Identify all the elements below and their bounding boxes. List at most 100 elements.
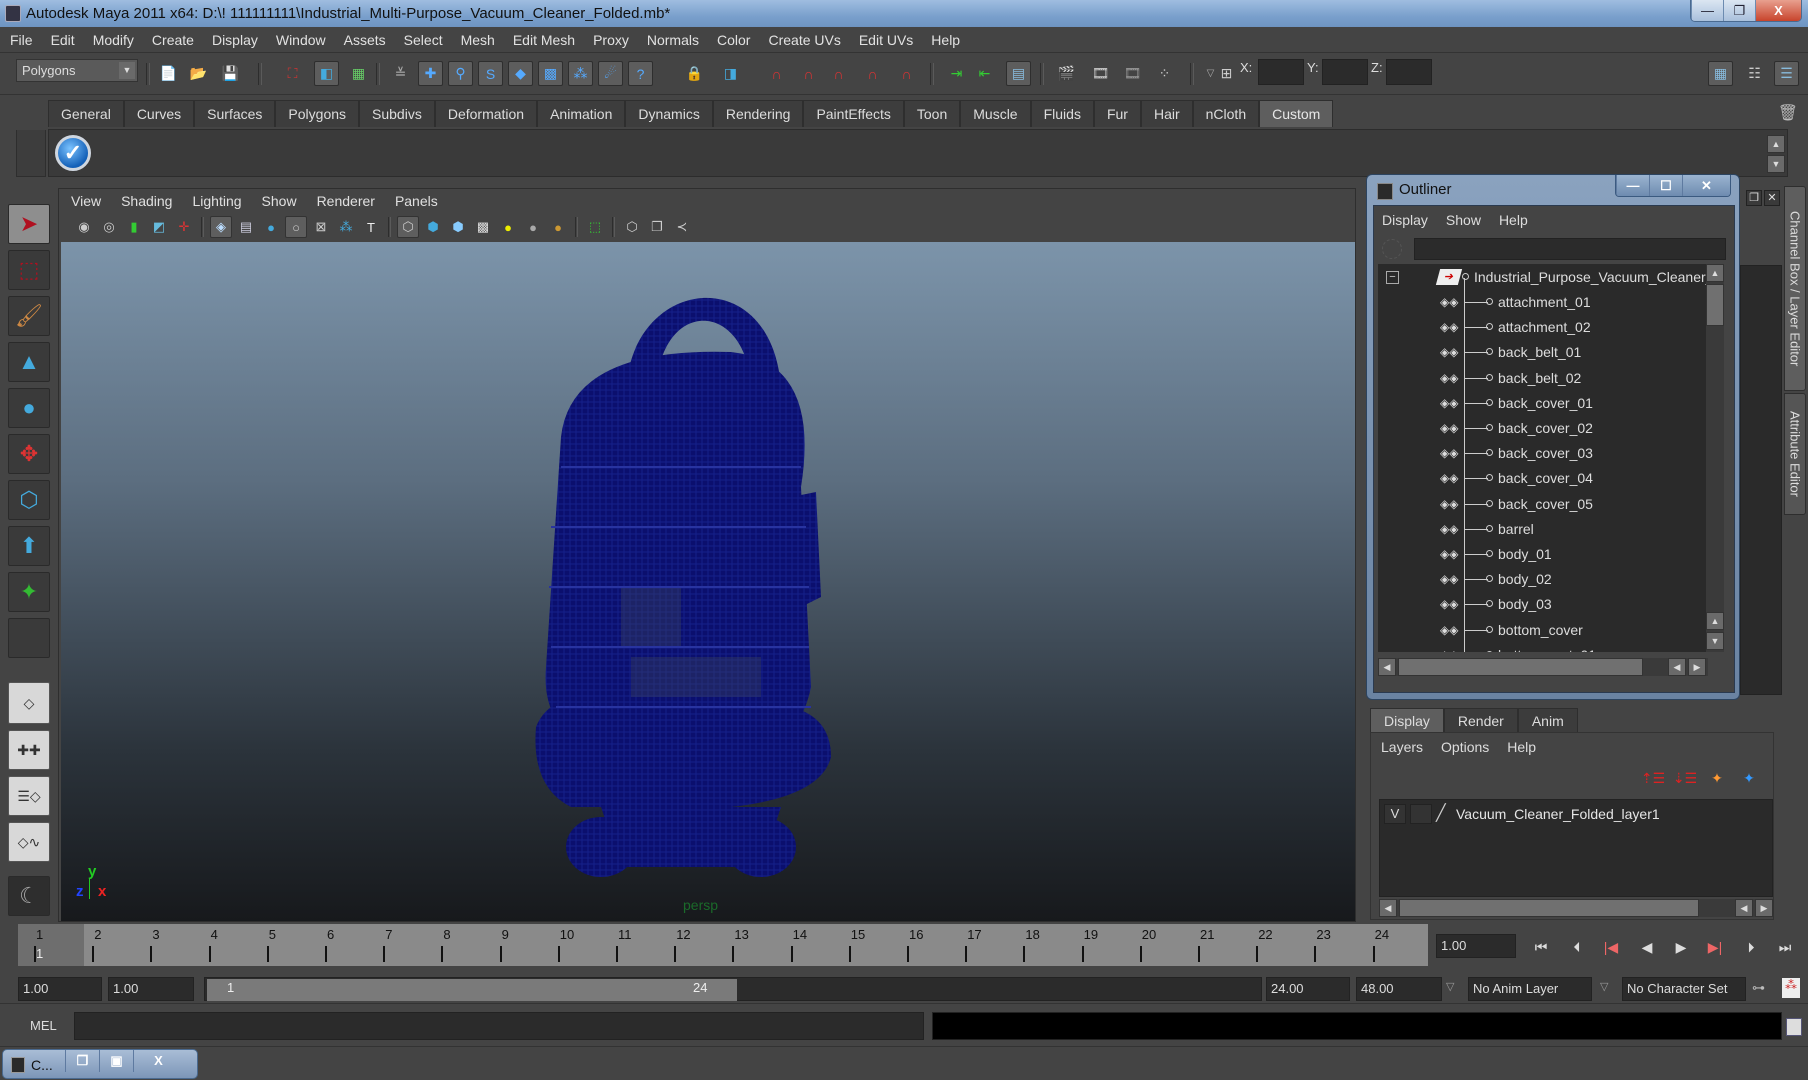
render-current-frame-icon[interactable]: 🎬	[1054, 61, 1079, 86]
outliner-menu-display[interactable]: Display	[1382, 212, 1428, 228]
smooth-shade-icon[interactable]: ⬢	[422, 216, 444, 238]
scroll-left-icon[interactable]: ◀	[1668, 658, 1686, 676]
layer-tab-display[interactable]: Display	[1370, 708, 1444, 732]
select-misc-icon[interactable]: ?	[628, 61, 653, 86]
lock-icon[interactable]: 🔒	[682, 61, 707, 86]
scroll-thumb[interactable]	[1706, 284, 1724, 326]
outliner-item[interactable]: ◈◈ back_belt_02	[1378, 366, 1708, 391]
playback-start-time-field[interactable]: 1.00	[108, 977, 194, 1001]
lasso-tool-icon[interactable]: ⬚	[8, 250, 50, 290]
create-layer-from-selected-icon[interactable]: ✦	[1737, 768, 1761, 788]
go-to-end-button[interactable]: ⏭	[1774, 936, 1796, 958]
outliner-item[interactable]: ◈◈ back_cover_02	[1378, 416, 1708, 441]
single-perspective-layout-icon[interactable]: ◇	[8, 682, 50, 724]
make-live-icon[interactable]: ∩	[894, 61, 919, 86]
menu-create[interactable]: Create	[152, 32, 194, 48]
shelf-tab-rendering[interactable]: Rendering	[712, 100, 804, 127]
filter-icon[interactable]	[1382, 239, 1402, 259]
restore-button[interactable]: ❐	[65, 1050, 99, 1072]
layer-menu-help[interactable]: Help	[1507, 739, 1536, 755]
layer-row[interactable]: V ╱ Vacuum_Cleaner_Folded_layer1	[1384, 803, 1660, 825]
current-frame-marker[interactable]	[18, 924, 84, 966]
current-time-field[interactable]: 1.00	[1436, 934, 1516, 958]
channel-box-toggle-icon[interactable]: ☰	[1774, 61, 1799, 86]
outliner-item[interactable]: ◈◈ back_cover_05	[1378, 492, 1708, 517]
restore-button[interactable]: ❐	[1723, 0, 1755, 21]
select-by-hierarchy-icon[interactable]: ⛶	[280, 61, 305, 86]
safe-action-icon[interactable]: ⁂	[335, 216, 357, 238]
gate-mask-icon[interactable]: ○	[285, 216, 307, 238]
scroll-right-icon[interactable]: ▶	[1755, 899, 1773, 917]
close-button[interactable]: X	[133, 1050, 183, 1072]
y-field[interactable]	[1322, 59, 1368, 85]
select-by-component-icon[interactable]: ▦	[346, 61, 371, 86]
camera-attributes-icon[interactable]: ◎	[98, 216, 120, 238]
textured-icon[interactable]: ▩	[472, 216, 494, 238]
snap-to-grids-icon[interactable]: ∩	[764, 61, 789, 86]
tab-attribute-editor[interactable]: Attribute Editor	[1784, 393, 1806, 515]
menu-modify[interactable]: Modify	[93, 32, 134, 48]
shelf-tab-custom[interactable]: Custom	[1259, 100, 1334, 127]
move-layer-down-icon[interactable]: ⇣☰	[1673, 768, 1697, 788]
scroll-up-icon[interactable]: ▲	[1706, 612, 1724, 630]
menu-window[interactable]: Window	[276, 32, 326, 48]
shelf-tab-toon[interactable]: Toon	[903, 100, 961, 127]
select-by-object-icon[interactable]: ◧	[314, 61, 339, 86]
shelf-tab-surfaces[interactable]: Surfaces	[194, 100, 276, 127]
shelf-tab-deformation[interactable]: Deformation	[434, 100, 538, 127]
character-set-dropdown-icon[interactable]: ▽	[1600, 980, 1608, 993]
shelf-tab-polygons[interactable]: Polygons	[275, 100, 360, 127]
panel-menu-view[interactable]: View	[71, 193, 101, 209]
play-backwards-button[interactable]: ◀	[1636, 936, 1658, 958]
layer-horizontal-scrollbar[interactable]: ◀ ◀ ▶	[1379, 899, 1773, 917]
step-back-key-button[interactable]: |◀	[1600, 936, 1622, 958]
shelf-scroll-down[interactable]: ▼	[1767, 155, 1785, 173]
select-joints-icon[interactable]: ⚲	[448, 61, 473, 86]
panel-menu-show[interactable]: Show	[262, 193, 297, 209]
attribute-editor-toggle-icon[interactable]: ▦	[1708, 61, 1733, 86]
outliner-item[interactable]: ◈◈ back_cover_03	[1378, 441, 1708, 466]
step-forward-frame-button[interactable]: ⏵	[1740, 936, 1762, 958]
select-camera-icon[interactable]: ◉	[73, 216, 95, 238]
2d-pan-zoom-icon[interactable]: ✛	[173, 216, 195, 238]
menu-mesh[interactable]: Mesh	[461, 32, 495, 48]
shelf-tab-subdivs[interactable]: Subdivs	[359, 100, 435, 127]
outliner-persp-layout-icon[interactable]: ☰◇	[8, 776, 50, 816]
select-dynamics-icon[interactable]: ⁂	[568, 61, 593, 86]
layer-tab-render[interactable]: Render	[1443, 708, 1518, 732]
last-tool-used-slot[interactable]	[8, 618, 50, 658]
film-gate-icon[interactable]: ▤	[235, 216, 257, 238]
xray-joints-icon[interactable]: ❐	[646, 216, 668, 238]
scroll-thumb[interactable]	[1398, 658, 1643, 676]
maximize-button[interactable]: ▣	[99, 1050, 133, 1072]
outliner-menu-help[interactable]: Help	[1499, 212, 1528, 228]
hypershade-icon[interactable]: ⁘	[1152, 61, 1177, 86]
playback-end-time-field[interactable]: 24.00	[1266, 977, 1350, 1001]
use-all-lights-icon[interactable]: ●	[497, 216, 519, 238]
mel-input[interactable]	[74, 1012, 924, 1040]
outliner-maximize-button[interactable]: ☐	[1649, 175, 1682, 196]
select-rendering-icon[interactable]: ☄	[598, 61, 623, 86]
persp-graph-layout-icon[interactable]: ◇∿	[8, 822, 50, 862]
input-operations-icon[interactable]: ⇥	[944, 61, 969, 86]
panel-menu-renderer[interactable]: Renderer	[317, 193, 375, 209]
menu-edit[interactable]: Edit	[51, 32, 75, 48]
wireframe-icon[interactable]: ⬡	[397, 216, 419, 238]
render-settings-icon[interactable]: 🎞	[1120, 61, 1145, 86]
menu-edit-uvs[interactable]: Edit UVs	[859, 32, 913, 48]
range-slider-bar[interactable]	[207, 979, 737, 1001]
character-set-field[interactable]: No Character Set	[1622, 977, 1746, 1001]
minimize-button[interactable]: —	[1691, 0, 1723, 21]
panel-menu-shading[interactable]: Shading	[121, 193, 172, 209]
highlight-selection-icon[interactable]: ◨	[718, 61, 743, 86]
outliner-item[interactable]: ◈◈ barrel	[1378, 517, 1708, 542]
select-surfaces-icon[interactable]: ◆	[508, 61, 533, 86]
shelf-tab-ncloth[interactable]: nCloth	[1192, 100, 1260, 127]
xray-icon[interactable]: ⬡	[621, 216, 643, 238]
shelf-tab-general[interactable]: General	[48, 100, 124, 127]
panel-menu-lighting[interactable]: Lighting	[192, 193, 241, 209]
menu-create-uvs[interactable]: Create UVs	[768, 32, 840, 48]
range-slider[interactable]: 1 24	[204, 977, 1262, 1001]
tab-channel-box-layer-editor[interactable]: Channel Box / Layer Editor	[1784, 186, 1806, 391]
outliner-item[interactable]: ◈◈ bottom_cover	[1378, 618, 1708, 643]
